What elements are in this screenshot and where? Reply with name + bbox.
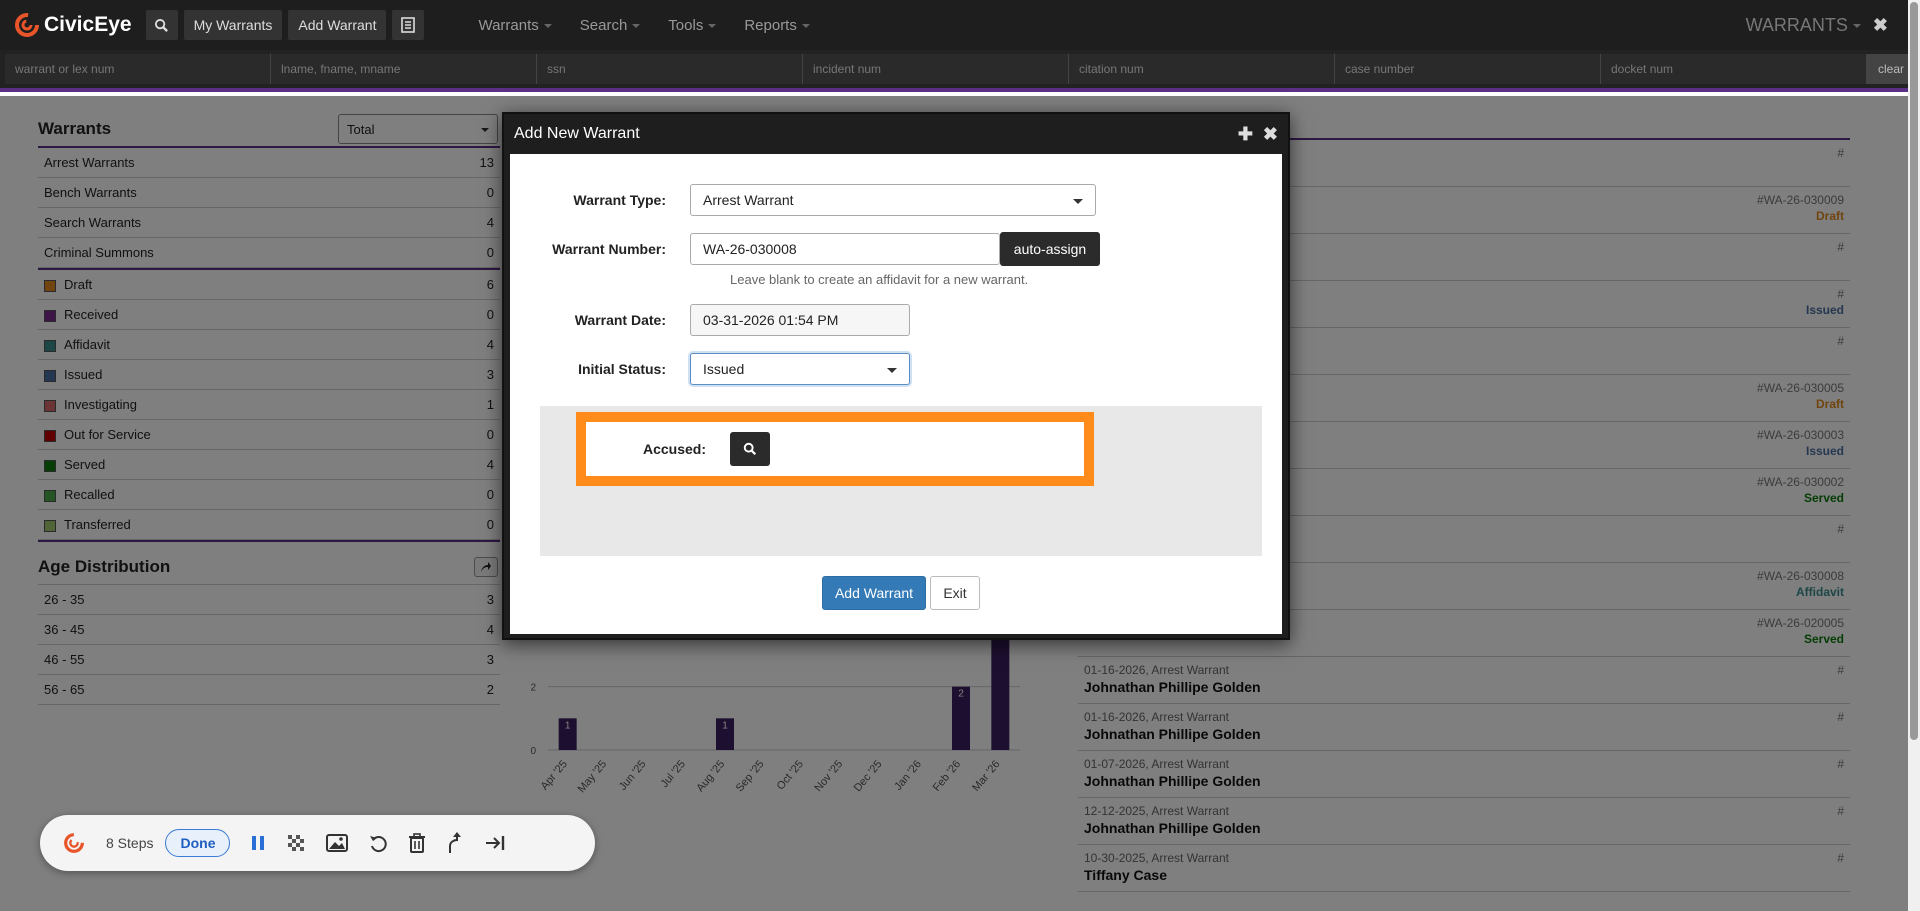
my-warrants-button[interactable]: My Warrants — [183, 10, 283, 40]
close-icon[interactable]: ✖ — [1873, 15, 1888, 36]
civiceye-logo-icon — [15, 13, 39, 37]
section-title: WARRANTS — [1745, 14, 1848, 35]
menu-reports-label: Reports — [744, 16, 797, 34]
warrant-type-label: Warrant Type: — [573, 192, 666, 208]
warrant-type-select[interactable]: Arrest Warrant — [690, 184, 1096, 216]
warrant-num-field[interactable]: warrant or lex num — [5, 54, 271, 84]
recorder-logo-icon — [64, 833, 84, 853]
chevron-down-icon — [1852, 24, 1861, 28]
menu-warrants[interactable]: Warrants — [478, 16, 552, 34]
chevron-down-icon — [543, 24, 552, 28]
image-icon[interactable] — [326, 833, 349, 853]
warrant-number-label: Warrant Number: — [552, 241, 666, 257]
initial-status-value: Issued — [703, 361, 745, 377]
app-name: CivicEye — [44, 13, 132, 36]
civiceye-logo[interactable]: CivicEye — [14, 12, 132, 38]
menu-warrants-label: Warrants — [478, 16, 539, 34]
initial-status-select[interactable]: Issued — [690, 353, 910, 385]
auto-assign-button[interactable]: auto-assign — [1000, 232, 1100, 266]
chevron-down-icon — [887, 367, 897, 373]
page-scrollbar[interactable] — [1908, 0, 1920, 911]
warrant-type-value: Arrest Warrant — [703, 192, 794, 208]
add-warrant-button[interactable]: Add Warrant — [288, 10, 387, 40]
steps-count: 8 Steps — [106, 835, 154, 851]
warrant-number-input[interactable]: WA-26-030008 — [690, 233, 1000, 265]
menu-reports[interactable]: Reports — [744, 17, 810, 34]
expand-icon[interactable]: ✚ — [1238, 124, 1253, 145]
trash-icon[interactable] — [408, 833, 426, 853]
name-field[interactable]: lname, fname, mname — [271, 54, 537, 84]
close-icon[interactable]: ✖ — [1263, 124, 1278, 145]
blur-icon[interactable] — [286, 833, 306, 853]
exit-button[interactable]: Exit — [930, 576, 980, 610]
modal-body: Warrant Type: Arrest Warrant Warrant Num… — [510, 154, 1282, 634]
chevron-down-icon — [708, 24, 717, 28]
chevron-down-icon — [801, 24, 810, 28]
warrant-date-label: Warrant Date: — [574, 312, 666, 328]
citation-num-field[interactable]: citation num — [1069, 54, 1335, 84]
pause-icon[interactable] — [250, 834, 266, 852]
docket-num-field[interactable]: docket num — [1601, 54, 1867, 84]
search-button[interactable] — [145, 10, 178, 40]
list-view-button[interactable] — [392, 10, 425, 40]
ssn-field[interactable]: ssn — [537, 54, 803, 84]
warrant-number-hint: Leave blank to create an affidavit for a… — [730, 272, 1029, 287]
menu-tools[interactable]: Tools — [668, 16, 717, 34]
initial-status-label: Initial Status: — [578, 361, 666, 377]
menu-search[interactable]: Search — [580, 17, 641, 34]
scrollbar-thumb[interactable] — [1910, 2, 1918, 740]
undo-icon[interactable] — [368, 833, 388, 853]
accused-label: Accused: — [642, 441, 706, 457]
add-warrant-modal: Add New Warrant ✚ ✖ Warrant Type: Arrest… — [502, 112, 1290, 640]
chevron-down-icon — [1073, 198, 1083, 204]
case-number-field[interactable]: case number — [1335, 54, 1601, 84]
warrant-date-input[interactable]: 03-31-2026 01:54 PM — [690, 304, 910, 336]
accused-highlight: Accused: — [576, 412, 1094, 486]
search-icon — [155, 18, 169, 32]
search-icon — [743, 442, 757, 456]
skip-to-end-icon[interactable] — [484, 834, 506, 852]
top-navbar: CivicEye My Warrants Add Warrant Warrant… — [0, 0, 1920, 50]
quick-search-bar: warrant or lex num lname, fname, mname s… — [0, 50, 1920, 92]
accused-search-button[interactable] — [730, 432, 770, 466]
done-button[interactable]: Done — [165, 829, 231, 857]
menu-search-label: Search — [579, 16, 628, 34]
modal-title: Add New Warrant — [514, 125, 640, 142]
section-dropdown[interactable]: WARRANTS — [1746, 15, 1861, 36]
menu-tools-label: Tools — [668, 16, 704, 34]
branch-arrow-icon[interactable] — [446, 832, 464, 854]
incident-num-field[interactable]: incident num — [803, 54, 1069, 84]
document-list-icon — [401, 17, 416, 33]
recorder-toolbar: 8 Steps Done — [40, 815, 595, 871]
chevron-down-icon — [632, 24, 641, 28]
add-warrant-submit-button[interactable]: Add Warrant — [822, 576, 926, 610]
